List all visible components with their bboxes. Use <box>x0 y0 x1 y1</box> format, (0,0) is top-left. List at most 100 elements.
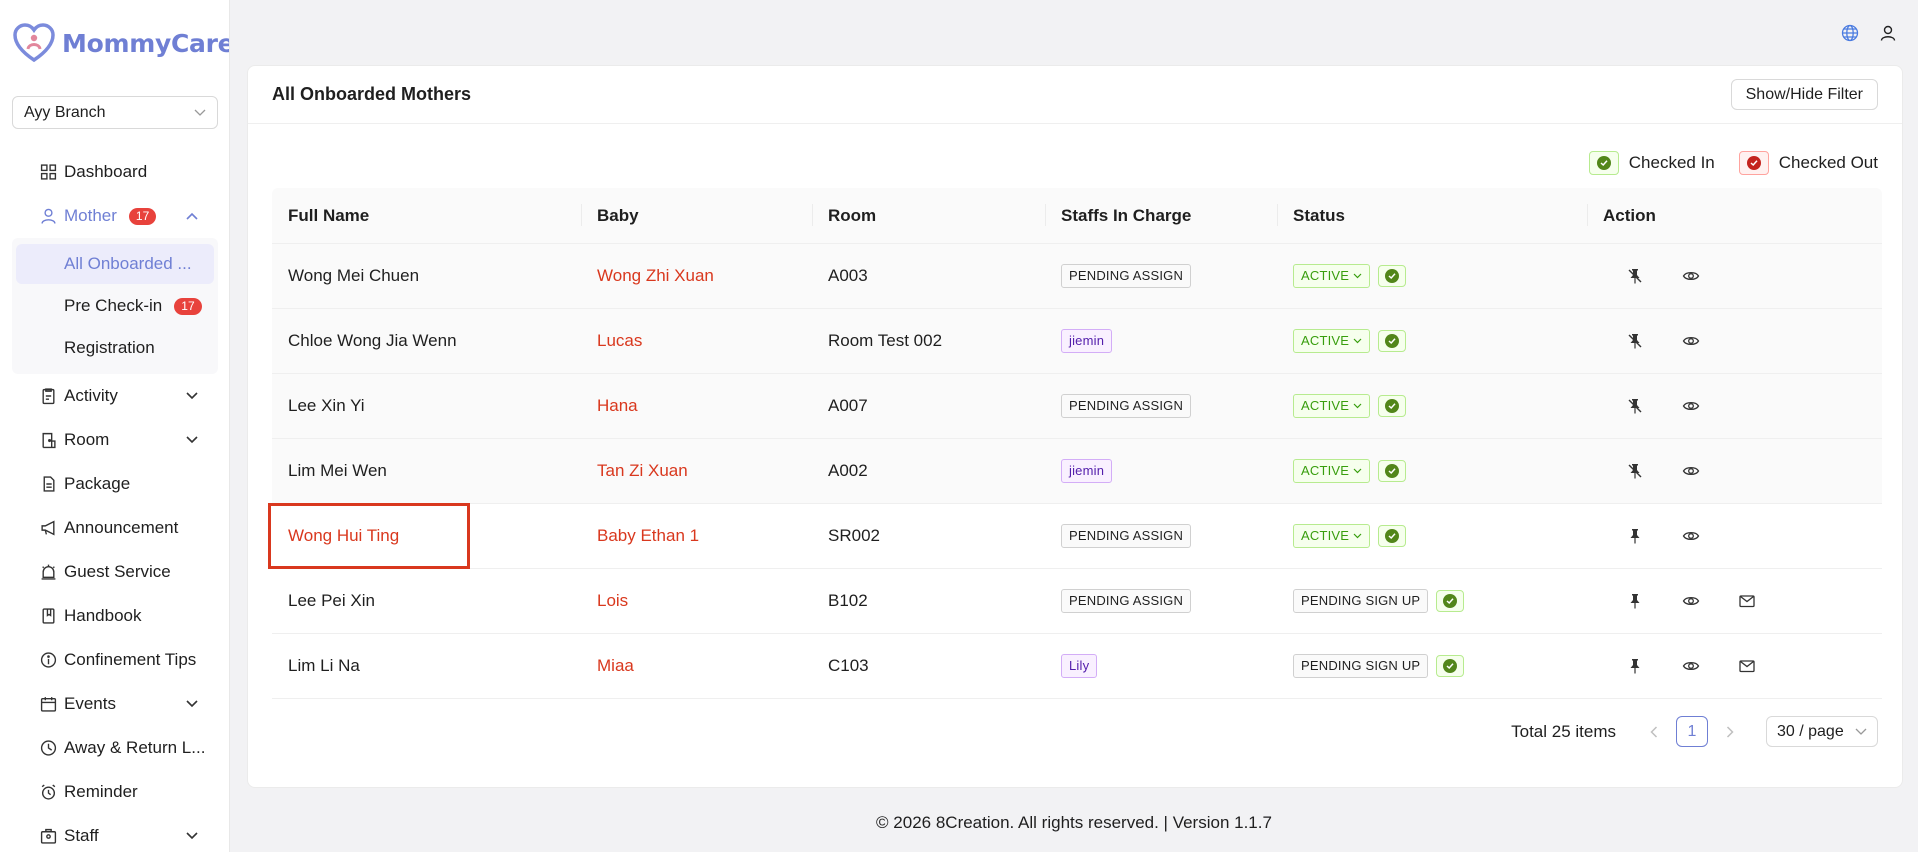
cell-baby[interactable]: Lois <box>581 591 812 611</box>
cell-baby[interactable]: Hana <box>581 396 812 416</box>
view-button[interactable] <box>1682 592 1700 610</box>
status-dropdown[interactable]: ACTIVE <box>1293 264 1371 288</box>
status-dropdown[interactable]: ACTIVE <box>1293 329 1371 353</box>
sidebar-item-package[interactable]: Package <box>0 462 229 506</box>
pin-button[interactable] <box>1626 267 1644 285</box>
mother-name[interactable]: Lim Mei Wen <box>288 461 387 481</box>
sidebar-item-confinement-tips[interactable]: Confinement Tips <box>0 638 229 682</box>
sidebar-item-staff[interactable]: Staff <box>0 814 229 852</box>
footer: © 2026 8Creation. All rights reserved. |… <box>876 813 1272 832</box>
next-page-button[interactable] <box>1714 725 1746 738</box>
pin-button[interactable] <box>1626 332 1644 350</box>
send-email-button[interactable] <box>1738 592 1756 610</box>
prev-page-button[interactable] <box>1638 725 1670 738</box>
table-row[interactable]: Wong Mei Chuen Wong Zhi Xuan A003 PENDING A… <box>272 244 1882 309</box>
view-button[interactable] <box>1682 397 1700 415</box>
baby-name-link[interactable]: Miaa <box>597 656 634 676</box>
page-size-select[interactable]: 30 / page <box>1766 716 1878 747</box>
cell-full-name[interactable]: Wong Mei Chuen <box>272 266 581 286</box>
sidebar-nav: Dashboard Mother 17 All Onboarded ... Pr… <box>0 150 229 852</box>
submenu-item-registration[interactable]: Registration <box>16 328 214 368</box>
cell-baby[interactable]: Lucas <box>581 331 812 351</box>
mothers-card: All Onboarded Mothers Show/Hide Filter C… <box>247 65 1903 788</box>
pin-button[interactable] <box>1626 462 1644 480</box>
staff-tag: jiemin <box>1061 329 1113 353</box>
table-row[interactable]: Lee Pei Xin Lois B102 PENDING ASSIGN PENDING… <box>272 569 1882 634</box>
logo-heart-icon <box>13 23 55 63</box>
baby-name-link[interactable]: Lois <box>597 591 628 611</box>
view-button[interactable] <box>1682 462 1700 480</box>
mother-name[interactable]: Lim Li Na <box>288 656 360 676</box>
cell-baby[interactable]: Tan Zi Xuan <box>581 461 812 481</box>
eye-icon <box>1682 271 1700 281</box>
mother-name[interactable]: Lee Pei Xin <box>288 591 375 611</box>
cell-full-name[interactable]: Lee Pei Xin <box>272 591 581 611</box>
column-header-full-name[interactable]: Full Name <box>272 206 581 226</box>
cell-staff: PENDING ASSIGN <box>1045 264 1277 288</box>
column-header-staffs[interactable]: Staffs In Charge <box>1045 203 1277 226</box>
baby-name-link[interactable]: Tan Zi Xuan <box>597 461 688 481</box>
status-dropdown[interactable]: ACTIVE <box>1293 394 1371 418</box>
chevron-down-icon <box>186 392 198 400</box>
profile-button[interactable] <box>1879 24 1897 42</box>
sidebar-item-events[interactable]: Events <box>0 682 229 726</box>
submenu-item-all-onboarded[interactable]: All Onboarded ... <box>16 244 214 284</box>
sidebar-item-activity[interactable]: Activity <box>0 374 229 418</box>
table-row[interactable]: Lee Xin Yi Hana A007 PENDING ASSIGN ACTIVE <box>272 374 1882 439</box>
sidebar-item-dashboard[interactable]: Dashboard <box>0 150 229 194</box>
cell-full-name[interactable]: Chloe Wong Jia Wenn <box>272 331 581 351</box>
sidebar-item-guest-service[interactable]: Guest Service <box>0 550 229 594</box>
language-button[interactable] <box>1841 24 1859 42</box>
status-dropdown[interactable]: ACTIVE <box>1293 459 1371 483</box>
page-number-button[interactable]: 1 <box>1676 716 1708 747</box>
send-email-button[interactable] <box>1738 657 1756 675</box>
pin-button[interactable] <box>1626 592 1644 610</box>
sidebar-item-away-return[interactable]: Away & Return L... <box>0 726 229 770</box>
room-number: SR002 <box>828 526 880 545</box>
cell-room: B102 <box>812 591 1045 611</box>
submenu-item-pre-check-in[interactable]: Pre Check-in 17 <box>16 286 214 326</box>
mother-name[interactable]: Chloe Wong Jia Wenn <box>288 331 457 351</box>
sidebar-item-room[interactable]: Room <box>0 418 229 462</box>
cell-full-name[interactable]: Lee Xin Yi <box>272 396 581 416</box>
status-dropdown[interactable]: ACTIVE <box>1293 524 1371 548</box>
cell-room: Room Test 002 <box>812 331 1045 351</box>
sidebar-item-announcement[interactable]: Announcement <box>0 506 229 550</box>
baby-name-link[interactable]: Lucas <box>597 331 642 351</box>
user-icon <box>41 208 56 224</box>
view-button[interactable] <box>1682 332 1700 350</box>
table-row[interactable]: Wong Hui Ting Baby Ethan 1 SR002 PENDING AS… <box>272 504 1882 569</box>
cell-full-name[interactable]: Lim Li Na <box>272 656 581 676</box>
table-row[interactable]: Lim Li Na Miaa C103 Lily PENDING SIGN UP <box>272 634 1882 699</box>
cell-baby[interactable]: Baby Ethan 1 <box>581 526 812 546</box>
mother-name[interactable]: Lee Xin Yi <box>288 396 365 416</box>
branch-select[interactable]: Ayy Branch <box>12 96 218 129</box>
pin-button[interactable] <box>1626 397 1644 415</box>
table-row[interactable]: Lim Mei Wen Tan Zi Xuan A002 jiemin ACTIVE <box>272 439 1882 504</box>
cell-baby[interactable]: Wong Zhi Xuan <box>581 266 812 286</box>
cell-baby[interactable]: Miaa <box>581 656 812 676</box>
view-button[interactable] <box>1682 267 1700 285</box>
baby-name-link[interactable]: Wong Zhi Xuan <box>597 266 714 286</box>
column-header-status[interactable]: Status <box>1277 203 1587 226</box>
mail-icon <box>1739 660 1755 673</box>
cell-full-name[interactable]: Lim Mei Wen <box>272 461 581 481</box>
status-label: ACTIVE <box>1301 268 1350 283</box>
pin-button[interactable] <box>1626 527 1644 545</box>
baby-name-link[interactable]: Baby Ethan 1 <box>597 526 699 546</box>
pin-button[interactable] <box>1626 657 1644 675</box>
show-hide-filter-button[interactable]: Show/Hide Filter <box>1730 79 1878 110</box>
mother-name[interactable]: Wong Mei Chuen <box>288 266 419 286</box>
column-header-room[interactable]: Room <box>812 203 1045 226</box>
sidebar-item-reminder[interactable]: Reminder <box>0 770 229 814</box>
app-logo[interactable]: MommyCare+ <box>12 22 229 64</box>
cell-actions <box>1587 527 1882 545</box>
sidebar-item-handbook[interactable]: Handbook <box>0 594 229 638</box>
sidebar-item-mother[interactable]: Mother 17 <box>0 194 229 238</box>
view-button[interactable] <box>1682 527 1700 545</box>
view-button[interactable] <box>1682 657 1700 675</box>
column-header-baby[interactable]: Baby <box>581 203 812 226</box>
table-row[interactable]: Chloe Wong Jia Wenn Lucas Room Test 002 jie… <box>272 309 1882 374</box>
mother-submenu: All Onboarded ... Pre Check-in 17 Registr… <box>12 238 218 374</box>
baby-name-link[interactable]: Hana <box>597 396 638 416</box>
